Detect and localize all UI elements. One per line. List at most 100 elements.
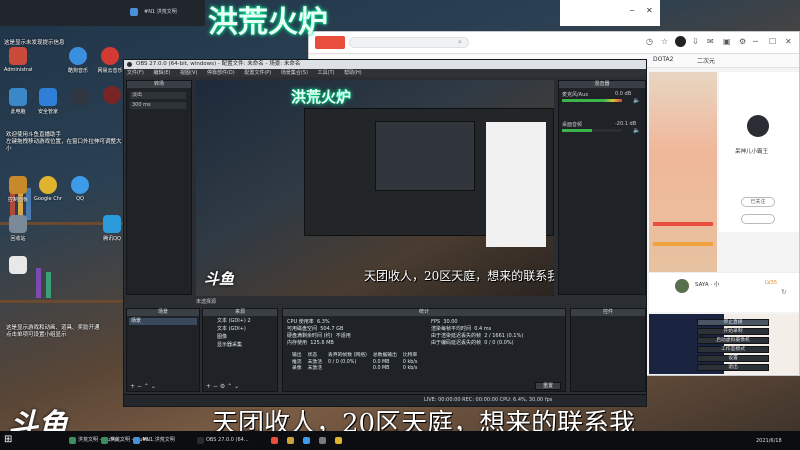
sources-dock: 来源 文本 (GDI+) 2 文本 (GDI+) 图像 显示器采集 + − ⚙ …	[202, 308, 278, 392]
tab-dota2[interactable]: DOTA2	[653, 56, 673, 63]
transition-select[interactable]: 淡出	[130, 92, 186, 99]
star-icon[interactable]: ☆	[661, 37, 668, 46]
stop-streaming-button[interactable]: 停止直播	[697, 319, 769, 326]
obs-menu-bar: 文件(F) 编辑(E) 视图(V) 停靠部件(D) 配置文件(P) 场景集合(S…	[124, 69, 646, 77]
start-recording-button[interactable]: 开始录制	[697, 328, 769, 335]
exit-button[interactable]: 退出	[697, 364, 769, 371]
obs-title: OBS 27.0.0 (64-bit, windows) - 配置文件: 未命名…	[136, 61, 301, 67]
transition-duration[interactable]: 300 ms	[130, 102, 186, 109]
desktop-icon-administrator[interactable]: Administrator	[4, 47, 32, 73]
source-item[interactable]: 文本 (GDI+)	[205, 326, 275, 333]
stat-value: 125.6 MB	[310, 340, 334, 346]
desktop-icon-control-panel[interactable]: 控制面板	[4, 176, 32, 203]
obs-title-bar: OBS 27.0.0 (64-bit, windows) - 配置文件: 未命名…	[124, 60, 646, 69]
scene-item[interactable]: 场景	[129, 318, 197, 325]
controls-dock: 控件	[570, 308, 646, 392]
reset-button[interactable]: 重置	[535, 382, 561, 390]
add-source-icon[interactable]: + − ⚙ ⌃ ⌄	[206, 383, 239, 390]
desktop-icon-recycle[interactable]: 回收站	[4, 215, 32, 242]
close-icon[interactable]: ✕	[785, 37, 792, 46]
download-icon[interactable]: ⇩	[692, 37, 699, 46]
taskbar-item[interactable]	[334, 434, 344, 447]
minimize-icon[interactable]: ─	[630, 7, 634, 15]
desktop-icon-doc[interactable]	[4, 256, 32, 274]
desktop-icon-security[interactable]: 安全管家	[34, 88, 62, 115]
chat-highlight	[653, 222, 713, 226]
stream-thumbnail[interactable]	[649, 72, 717, 272]
tencent-icon	[103, 215, 121, 233]
start-icon[interactable]: ⊞	[4, 434, 12, 445]
taskbar: ⊞ 洪荒文明 - MuMu... 洪荒文明 - MuMu... #N1 洪荒文明…	[0, 431, 800, 450]
dock-title: 来源	[203, 309, 277, 316]
menu-tools[interactable]: 工具(T)	[318, 70, 335, 76]
history-icon[interactable]: ◷	[646, 37, 653, 46]
recycle-bin-icon	[9, 215, 27, 233]
avatar[interactable]	[747, 115, 769, 137]
menu-scene-collection[interactable]: 场景集合(S)	[281, 70, 308, 76]
stat-label: 渲染每帧平均时间	[431, 326, 472, 332]
source-name: 图像	[217, 334, 228, 340]
taskbar-item[interactable]: #N1 洪荒文明	[132, 434, 175, 447]
desktop-icon-kugou[interactable]: 酷狗音乐	[64, 47, 92, 74]
netease-music-icon	[101, 47, 119, 65]
nested-overlay-title: 洪荒火炉	[291, 88, 352, 106]
streamer-card: 呆神儿小霸王 已关注	[719, 72, 799, 232]
menu-help[interactable]: 帮助(H)	[344, 70, 362, 76]
taskbar-item[interactable]	[270, 434, 280, 447]
desktop-icon-tencent-qq[interactable]: 腾讯QQ	[98, 215, 126, 242]
maximize-icon[interactable]: ☐	[769, 37, 776, 46]
subscribe-button[interactable]	[741, 214, 775, 224]
dock-title: 混音器	[559, 81, 645, 88]
tab-anime[interactable]: 二次元	[697, 56, 715, 65]
nested-brand-logo: 斗鱼	[204, 270, 235, 288]
desktop-icon-avatar[interactable]	[98, 86, 126, 104]
desktop-icon-app[interactable]	[66, 88, 94, 106]
desktop-icon-this-pc[interactable]: 此电脑	[4, 88, 32, 115]
close-icon[interactable]: ✕	[646, 6, 653, 15]
speaker-icon[interactable]: 🔈	[633, 97, 640, 104]
speaker-icon[interactable]: 🔈	[633, 127, 640, 134]
minimize-icon[interactable]: ─	[753, 37, 758, 46]
gift-icon[interactable]: ▣	[723, 37, 731, 46]
search-icon[interactable]: ⌕	[458, 38, 462, 47]
taskbar-item[interactable]	[318, 434, 328, 447]
avatar[interactable]	[675, 279, 689, 293]
book-decor	[46, 272, 51, 298]
settings-button[interactable]: 设置	[697, 355, 769, 362]
virtual-camera-button[interactable]: 启动虚拟摄像机	[697, 337, 769, 344]
desktop-icon-qq[interactable]: QQ	[66, 176, 94, 202]
document-icon	[9, 256, 27, 274]
menu-docks[interactable]: 停靠部件(D)	[207, 70, 235, 76]
desktop-icon-netease[interactable]: 网易云音乐	[96, 47, 124, 74]
avatar-icon	[103, 86, 121, 104]
menu-file[interactable]: 文件(F)	[127, 70, 144, 76]
avatar[interactable]	[675, 36, 686, 47]
menu-profile[interactable]: 配置文件(P)	[244, 70, 271, 76]
follow-button[interactable]: 已关注	[741, 197, 775, 207]
source-item[interactable]: 图像	[205, 334, 275, 341]
nested-overlay-caption: 天团收人，20区天庭，想来的联系我	[364, 269, 554, 283]
menu-view[interactable]: 视图(V)	[180, 70, 197, 76]
taskbar-item[interactable]	[286, 434, 296, 447]
book-decor	[36, 268, 41, 298]
preview-canvas[interactable]: 洪荒火炉 天团收人，20区天庭，想来的联系我 斗鱼	[196, 80, 554, 296]
search-input[interactable]: ⌕	[349, 37, 469, 48]
window-title: #N1 洪荒文明	[144, 9, 177, 15]
desktop-icon-chrome[interactable]: Google Chrome	[34, 176, 62, 202]
table-cell: 0.0 MB	[372, 366, 390, 371]
source-item[interactable]: 显示器采集	[205, 342, 275, 349]
source-item[interactable]: 文本 (GDI+) 2	[205, 318, 275, 325]
stat-label: 硬盘满剩余时间 (约)	[287, 333, 333, 339]
top-window-strip-right: ─ ✕	[560, 0, 660, 26]
stat-label: 由于编码延迟丢失的帧	[431, 340, 482, 346]
chat-entry: SAYA · 小 LV35 ↻	[649, 272, 799, 312]
menu-edit[interactable]: 编辑(E)	[153, 70, 170, 76]
taskbar-item[interactable]: OBS 27.0.0 (64...	[196, 434, 249, 447]
refresh-icon[interactable]: ↻	[781, 288, 787, 296]
output-table: 输出 状态 丢弃的帧数 (网络) 总数据输出 比特率 推流 未激活 0 / 0 …	[289, 353, 420, 373]
add-scene-icon[interactable]: + − ⌃ ⌄	[130, 383, 156, 390]
message-icon[interactable]: ✉	[707, 37, 714, 46]
studio-mode-button[interactable]: 工作室模式	[697, 346, 769, 353]
settings-icon[interactable]: ⚙	[739, 37, 746, 46]
taskbar-item[interactable]	[302, 434, 312, 447]
